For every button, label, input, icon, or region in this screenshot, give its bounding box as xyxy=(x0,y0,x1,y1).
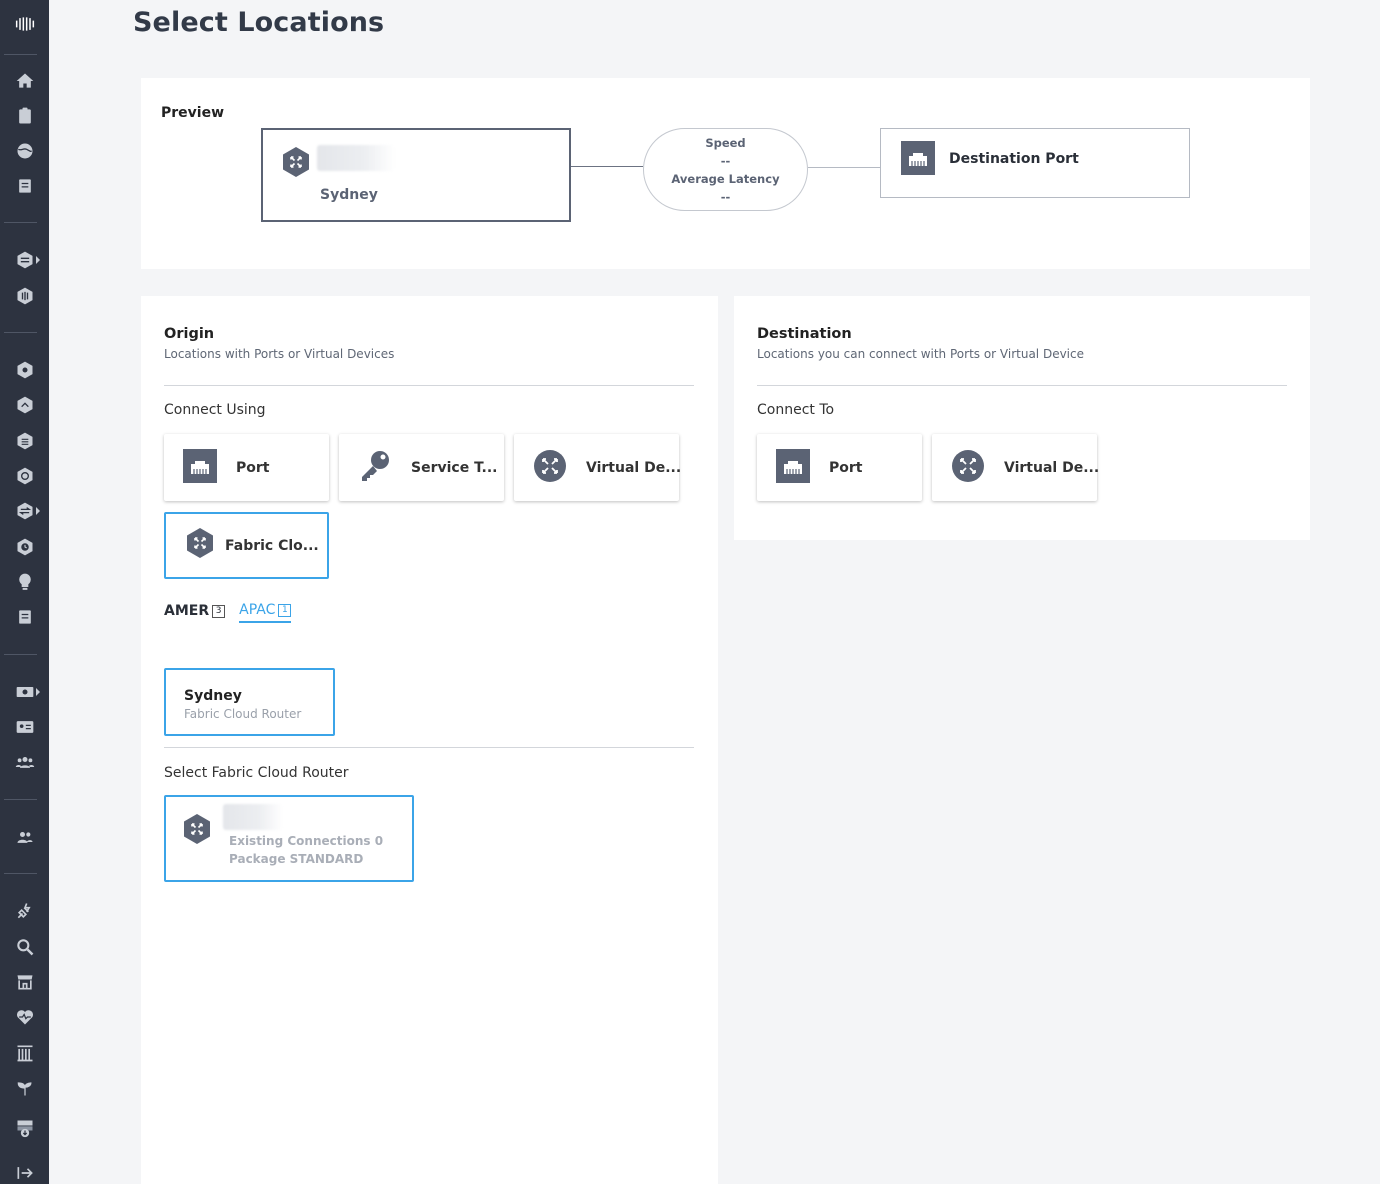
collapse-sidebar-icon[interactable] xyxy=(0,1159,49,1184)
network-edge-icon[interactable] xyxy=(0,282,49,310)
lightbulb-icon[interactable] xyxy=(0,568,49,596)
virtual-device-icon xyxy=(533,449,567,487)
users-icon[interactable] xyxy=(0,748,49,776)
origin-tile-fabric-cloud-router[interactable]: Fabric Clo... xyxy=(164,512,329,579)
preview-connector-line xyxy=(808,167,880,168)
chevron-right-icon xyxy=(36,256,40,264)
origin-tile-virtual-device[interactable]: Virtual De... xyxy=(514,434,682,501)
origin-title: Origin xyxy=(164,326,215,342)
chevron-right-icon xyxy=(36,507,40,515)
document-icon[interactable] xyxy=(0,603,49,631)
preview-destination-label: Destination Port xyxy=(949,151,1079,167)
sidebar-separator xyxy=(4,799,37,800)
tab-amer[interactable]: AMER 3 xyxy=(164,602,226,623)
tab-label: APAC xyxy=(239,602,276,618)
fabric-icon[interactable] xyxy=(0,246,49,274)
tile-label: Port xyxy=(829,460,863,476)
latency-value: -- xyxy=(720,190,731,204)
clock-icon[interactable] xyxy=(0,533,49,561)
tile-label: Fabric Clo... xyxy=(225,538,319,554)
select-fcr-label: Select Fabric Cloud Router xyxy=(164,765,349,781)
key-icon xyxy=(358,449,392,487)
location-card-sydney[interactable]: Sydney Fabric Cloud Router xyxy=(164,668,335,736)
fabric-cloud-router-icon xyxy=(182,813,212,849)
download-icon[interactable] xyxy=(0,1114,49,1142)
speed-value: -- xyxy=(720,154,731,168)
origin-subtitle: Locations with Ports or Virtual Devices xyxy=(164,347,395,361)
divider xyxy=(757,385,1287,386)
id-card-icon[interactable] xyxy=(0,713,49,741)
logo-icon[interactable] xyxy=(0,10,49,38)
fcr-existing-connections: Existing Connections 0 xyxy=(229,834,384,848)
preview-card: Preview Sydney Speed -- Average Latency … xyxy=(141,78,1310,269)
virtual-device-icon xyxy=(951,449,985,487)
port-icon xyxy=(183,449,217,487)
location-type: Fabric Cloud Router xyxy=(184,707,302,721)
fcr-package: Package STANDARD xyxy=(229,852,364,866)
metal-icon[interactable] xyxy=(0,356,49,384)
tile-label: Port xyxy=(236,460,270,476)
plug-icon[interactable] xyxy=(0,897,49,925)
destination-tile-port[interactable]: Port xyxy=(757,434,922,501)
preview-speed-pill: Speed -- Average Latency -- xyxy=(643,128,808,211)
billing-icon[interactable] xyxy=(0,678,49,706)
origin-tile-port[interactable]: Port xyxy=(164,434,329,501)
ledger-icon[interactable] xyxy=(0,172,49,200)
chevron-right-icon xyxy=(36,688,40,696)
origin-card: Origin Locations with Ports or Virtual D… xyxy=(141,296,718,1184)
fabric-cloud-router-icon xyxy=(281,146,311,182)
preview-destination-box[interactable]: Destination Port xyxy=(880,128,1190,198)
store-icon[interactable] xyxy=(0,968,49,996)
health-icon[interactable] xyxy=(0,1003,49,1031)
clipboard-icon[interactable] xyxy=(0,102,49,130)
sidebar xyxy=(0,0,49,1184)
destination-tile-virtual-device[interactable]: Virtual De... xyxy=(932,434,1100,501)
fabric-cloud-router-card[interactable]: Existing Connections 0 Package STANDARD xyxy=(164,795,414,882)
destination-card: Destination Locations you can connect wi… xyxy=(734,296,1310,540)
cloud-icon[interactable] xyxy=(0,462,49,490)
sidebar-separator xyxy=(4,654,37,655)
fabric-cloud-router-icon xyxy=(185,527,215,563)
port-icon xyxy=(901,141,935,179)
preview-origin-location: Sydney xyxy=(320,187,378,203)
tile-label: Virtual De... xyxy=(586,460,682,476)
tab-count: 3 xyxy=(212,604,226,618)
preview-connector-line xyxy=(571,166,643,167)
preview-origin-box[interactable]: Sydney xyxy=(261,128,571,222)
connect-using-label: Connect Using xyxy=(164,402,266,418)
tile-label: Service T... xyxy=(411,460,498,476)
globe-icon[interactable] xyxy=(0,137,49,165)
sidebar-separator xyxy=(4,222,37,223)
sidebar-separator xyxy=(4,873,37,874)
latency-label: Average Latency xyxy=(671,172,780,186)
connections-icon[interactable] xyxy=(0,391,49,419)
redacted-name xyxy=(317,145,395,171)
tab-apac[interactable]: APAC 1 xyxy=(239,602,292,623)
sidebar-separator xyxy=(4,54,37,55)
tab-count: 1 xyxy=(278,603,292,617)
speed-label: Speed xyxy=(705,136,746,150)
sidebar-separator xyxy=(4,332,37,333)
columns-icon[interactable] xyxy=(0,1039,49,1067)
sprout-icon[interactable] xyxy=(0,1074,49,1102)
port-icon xyxy=(776,449,810,487)
destination-subtitle: Locations you can connect with Ports or … xyxy=(757,347,1084,361)
tile-label: Virtual De... xyxy=(1004,460,1100,476)
origin-tile-service-token[interactable]: Service T... xyxy=(339,434,504,501)
divider xyxy=(164,747,694,748)
team-settings-icon[interactable] xyxy=(0,823,49,851)
preview-label: Preview xyxy=(161,105,225,121)
home-icon[interactable] xyxy=(0,67,49,95)
search-icon[interactable] xyxy=(0,933,49,961)
redacted-name xyxy=(223,804,283,830)
connect-to-label: Connect To xyxy=(757,402,835,418)
location-name: Sydney xyxy=(184,688,242,704)
divider xyxy=(164,385,694,386)
stack-icon[interactable] xyxy=(0,427,49,455)
exchange-icon[interactable] xyxy=(0,497,49,525)
tab-label: AMER xyxy=(164,603,210,619)
page-title: Select Locations xyxy=(133,7,385,38)
region-tabs: AMER 3 APAC 1 xyxy=(164,602,292,623)
destination-title: Destination xyxy=(757,326,852,342)
